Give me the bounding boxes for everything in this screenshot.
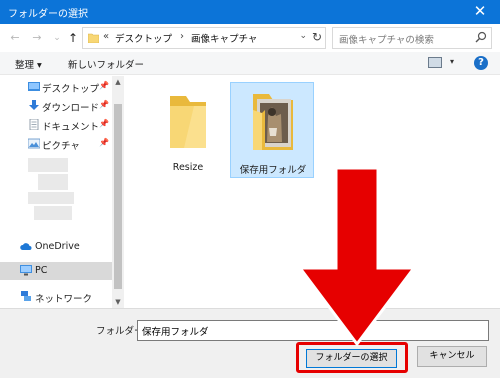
document-icon (29, 119, 39, 130)
address-bar-row: ← → ⌄ ↑ « デスクトップ › 画像キャプチャ ⌄ ↻ 画像キャプチャの検… (0, 24, 500, 52)
cloud-icon (20, 243, 32, 250)
folder-with-photo-icon (253, 94, 293, 150)
sidebar-item-onedrive[interactable]: OneDrive (0, 238, 112, 256)
back-arrow-icon[interactable]: ← (8, 31, 22, 45)
folder-tile-save[interactable]: 保存用フォルダ (230, 82, 314, 178)
close-icon[interactable]: ✕ (460, 0, 500, 24)
redacted-item (38, 174, 68, 190)
help-icon[interactable]: ? (474, 56, 488, 70)
view-options-icon[interactable] (428, 57, 442, 68)
forward-arrow-icon[interactable]: → (30, 31, 44, 45)
file-list: Resize 保存用フォルダ (124, 76, 500, 308)
overflow-chevron-icon[interactable]: « (103, 31, 109, 42)
navigation-pane: デスクトップ 📌 ダウンロード 📌 ドキュメント 📌 ピクチャ 📌 OneDri… (0, 76, 124, 308)
sidebar-item-downloads[interactable]: ダウンロード 📌 (0, 97, 112, 115)
breadcrumb-desktop[interactable]: デスクトップ (115, 31, 172, 45)
title-bar: フォルダーの選択 ✕ (0, 0, 500, 24)
computer-icon (20, 265, 32, 276)
scroll-down-icon[interactable]: ▼ (112, 296, 124, 308)
sidebar-item-desktop[interactable]: デスクトップ 📌 (0, 78, 112, 96)
sidebar-item-network[interactable]: ネットワーク (0, 288, 112, 306)
sidebar-item-documents[interactable]: ドキュメント 📌 (0, 116, 112, 134)
sidebar-item-label: ネットワーク (35, 294, 93, 305)
folder-icon (170, 96, 206, 148)
pin-icon[interactable]: 📌 (99, 81, 109, 90)
window-title: フォルダーの選択 (8, 9, 88, 20)
pin-icon[interactable]: 📌 (99, 138, 109, 147)
scroll-up-icon[interactable]: ▲ (112, 76, 124, 88)
sidebar-item-label: ピクチャ (42, 141, 80, 152)
command-bar: 整理 ▾ 新しいフォルダー ▾ ? (0, 52, 500, 75)
recent-locations-icon[interactable]: ⌄ (50, 31, 64, 45)
folder-name-input[interactable] (137, 320, 489, 341)
highlight-box: フォルダーの選択 (296, 342, 408, 373)
folder-icon (88, 33, 99, 43)
file-name: Resize (172, 162, 204, 173)
search-icon[interactable] (475, 31, 487, 43)
address-dropdown-icon[interactable]: ⌄ (299, 31, 307, 41)
select-folder-button[interactable]: フォルダーの選択 (306, 349, 397, 368)
up-arrow-icon[interactable]: ↑ (66, 31, 80, 45)
sidebar-item-label: デスクトップ (42, 84, 100, 95)
breadcrumb-capture[interactable]: 画像キャプチャ (191, 31, 257, 45)
desktop-folder-icon (28, 82, 40, 91)
pin-icon[interactable]: 📌 (99, 100, 109, 109)
network-icon (21, 291, 31, 301)
refresh-icon[interactable]: ↻ (312, 30, 322, 44)
pin-icon[interactable]: 📌 (99, 119, 109, 128)
organize-button[interactable]: 整理 ▾ (15, 57, 42, 71)
sidebar-item-label: ダウンロード (42, 103, 100, 114)
dialog-footer: フォルダー: フォルダーの選択 キャンセル (0, 308, 500, 378)
file-name: 保存用フォルダ (239, 165, 307, 176)
folder-tile-resize[interactable]: Resize (146, 82, 230, 178)
pictures-icon (28, 138, 40, 149)
redacted-item (28, 158, 68, 172)
scroll-thumb[interactable] (114, 104, 122, 289)
sidebar-scrollbar[interactable]: ▲ ▼ (112, 76, 124, 308)
sidebar-item-label: PC (35, 265, 48, 276)
sidebar-item-label: ドキュメント (42, 122, 100, 133)
search-placeholder: 画像キャプチャの検索 (339, 35, 434, 46)
sidebar-item-pictures[interactable]: ピクチャ 📌 (0, 135, 112, 153)
cancel-button[interactable]: キャンセル (417, 346, 487, 367)
search-box[interactable]: 画像キャプチャの検索 (332, 27, 492, 49)
view-dropdown-icon[interactable]: ▾ (450, 57, 454, 66)
new-folder-button[interactable]: 新しいフォルダー (68, 57, 144, 71)
breadcrumb-separator-icon[interactable]: › (180, 31, 184, 42)
redacted-item (34, 206, 72, 220)
sidebar-item-pc[interactable]: PC (0, 262, 112, 280)
sidebar-item-label: OneDrive (35, 241, 80, 252)
download-arrow-icon (29, 100, 39, 110)
redacted-item (28, 192, 74, 204)
address-box[interactable]: « デスクトップ › 画像キャプチャ ⌄ ↻ (82, 27, 326, 49)
